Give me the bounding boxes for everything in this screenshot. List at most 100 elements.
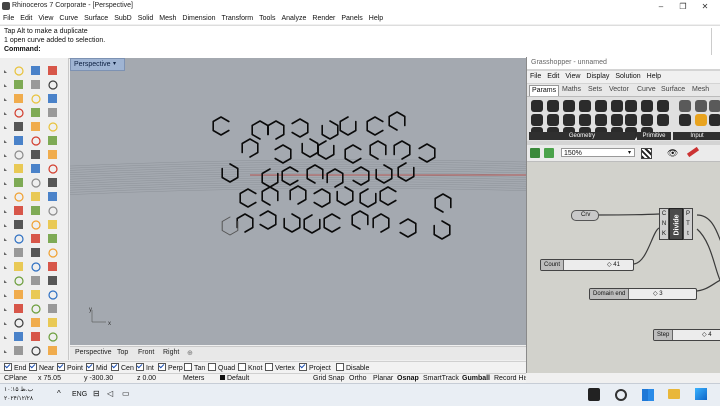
hexagon-curve[interactable]	[351, 210, 369, 230]
hexagon-curve[interactable]	[239, 188, 257, 208]
tool-icon[interactable]	[31, 346, 41, 356]
tool-icon[interactable]	[14, 122, 23, 131]
menu-render[interactable]: Render	[309, 13, 338, 24]
tool-icon[interactable]	[31, 290, 40, 299]
menu-tools[interactable]: Tools	[256, 13, 278, 24]
ribbon-component-icon[interactable]	[657, 100, 669, 112]
tool-icon[interactable]	[14, 248, 23, 257]
toggle-ortho[interactable]: Ortho	[349, 375, 367, 382]
tool-icon[interactable]	[31, 248, 40, 257]
tool-icon[interactable]	[14, 332, 23, 341]
osnap-checkbox[interactable]	[86, 363, 94, 371]
hexagon-curve[interactable]	[283, 213, 301, 233]
tool-icon[interactable]	[14, 276, 24, 286]
hexagon-curve[interactable]	[241, 138, 259, 158]
ribbon-component-icon[interactable]	[695, 114, 707, 126]
hexagon-curve[interactable]	[326, 168, 344, 188]
menu-solid[interactable]: Solid	[135, 13, 157, 24]
hexagon-curve[interactable]	[236, 213, 254, 233]
viewport-canvas[interactable]: y x	[70, 58, 526, 345]
tool-icon[interactable]	[14, 66, 24, 76]
osnap-checkbox[interactable]	[136, 363, 144, 371]
osnap-checkbox[interactable]	[336, 363, 344, 371]
tool-icon[interactable]	[31, 206, 40, 215]
tool-icon[interactable]	[31, 262, 41, 272]
divide-component[interactable]: CNK Divide PTt	[659, 208, 697, 240]
preview-eye-icon[interactable]: 👁	[667, 148, 678, 158]
tab-front[interactable]: Front	[138, 349, 154, 356]
tool-icon[interactable]	[14, 346, 23, 355]
gh-tab-mesh[interactable]: Mesh	[690, 85, 711, 95]
osnap-checkbox[interactable]	[265, 363, 273, 371]
tool-icon[interactable]	[48, 178, 57, 187]
menu-subd[interactable]: SubD	[111, 13, 135, 24]
add-viewport-tab-icon[interactable]: ⊕	[187, 349, 193, 357]
tool-icon[interactable]	[48, 276, 57, 285]
tool-icon[interactable]	[31, 150, 40, 159]
hexagon-curve[interactable]	[359, 188, 377, 208]
gh-tab-curve[interactable]: Curve	[635, 85, 658, 95]
osnap-checkbox[interactable]	[184, 363, 192, 371]
taskbar-language[interactable]: ENG	[72, 391, 87, 398]
hexagon-curve[interactable]	[352, 166, 370, 186]
tab-right[interactable]: Right	[163, 349, 179, 356]
toggle-planar[interactable]: Planar	[373, 375, 393, 382]
hexagon-curve[interactable]	[259, 210, 277, 230]
hexagon-curve[interactable]	[339, 116, 357, 136]
hexagon-curve[interactable]	[393, 140, 411, 160]
ribbon-component-icon[interactable]	[625, 100, 637, 112]
tool-icon[interactable]	[31, 192, 40, 201]
ribbon-component-icon[interactable]	[611, 100, 623, 112]
tool-icon[interactable]	[31, 234, 40, 243]
osnap-checkbox[interactable]	[57, 363, 65, 371]
viewport-menu-arrow[interactable]: ▾	[113, 60, 121, 68]
ribbon-component-icon[interactable]	[579, 114, 591, 126]
grasshopper-canvas[interactable]: Crv CNK Divide PTt Count ◇ 41 Domain end ◇…	[527, 162, 720, 373]
hexagon-curve[interactable]	[321, 120, 339, 140]
tool-icon[interactable]	[31, 178, 41, 188]
tool-icon[interactable]	[48, 290, 58, 300]
osnap-vertex[interactable]: Vertex	[265, 363, 295, 372]
preview-mode-icon[interactable]	[641, 148, 652, 159]
ribbon-component-icon[interactable]	[563, 100, 575, 112]
tool-icon[interactable]	[48, 234, 57, 243]
ribbon-component-icon[interactable]	[709, 114, 720, 126]
tool-icon[interactable]	[48, 136, 57, 145]
tool-icon[interactable]	[14, 136, 23, 145]
tool-icon[interactable]	[14, 290, 23, 299]
toggle-record-history[interactable]: Record History	[494, 375, 526, 382]
tool-icon[interactable]	[31, 94, 41, 104]
menu-mesh[interactable]: Mesh	[156, 13, 179, 24]
menu-curve[interactable]: Curve	[56, 13, 81, 24]
tool-icon[interactable]	[48, 94, 57, 103]
start-windows-icon[interactable]	[695, 388, 707, 400]
hexagon-curve[interactable]	[317, 140, 335, 160]
hexagon-curve[interactable]	[418, 143, 436, 163]
ribbon-component-icon[interactable]	[709, 100, 720, 112]
hexagon-curve[interactable]	[261, 186, 279, 206]
ribbon-component-icon[interactable]	[531, 114, 543, 126]
menu-view[interactable]: View	[35, 13, 56, 24]
hexagon-curve[interactable]	[336, 186, 354, 206]
hexagon-curve[interactable]	[366, 116, 384, 136]
ribbon-group-geometry[interactable]: Geometry	[529, 132, 635, 140]
ribbon-component-icon[interactable]	[611, 114, 623, 126]
hexagon-curve[interactable]	[372, 213, 390, 233]
osnap-checkbox[interactable]	[238, 363, 246, 371]
tool-icon[interactable]	[14, 178, 23, 187]
hexagon-curve[interactable]	[388, 111, 406, 131]
ribbon-group-primitive[interactable]: Primitive	[637, 132, 671, 140]
gh-tab-params[interactable]: Params	[529, 85, 560, 96]
osnap-perp[interactable]: Perp	[158, 363, 183, 372]
tool-icon[interactable]	[48, 80, 58, 90]
tool-icon[interactable]	[14, 192, 24, 202]
tool-icon[interactable]	[48, 192, 57, 201]
hexagon-curve[interactable]	[306, 164, 324, 184]
toggle-gumball[interactable]: Gumball	[462, 375, 490, 382]
ribbon-component-icon[interactable]	[641, 100, 653, 112]
tool-icon[interactable]	[31, 108, 40, 117]
ribbon-component-icon[interactable]	[595, 114, 607, 126]
gh-menu-display[interactable]: Display	[583, 71, 612, 83]
crv-parameter-node[interactable]: Crv	[571, 210, 599, 221]
osnap-disable[interactable]: Disable	[336, 363, 369, 372]
